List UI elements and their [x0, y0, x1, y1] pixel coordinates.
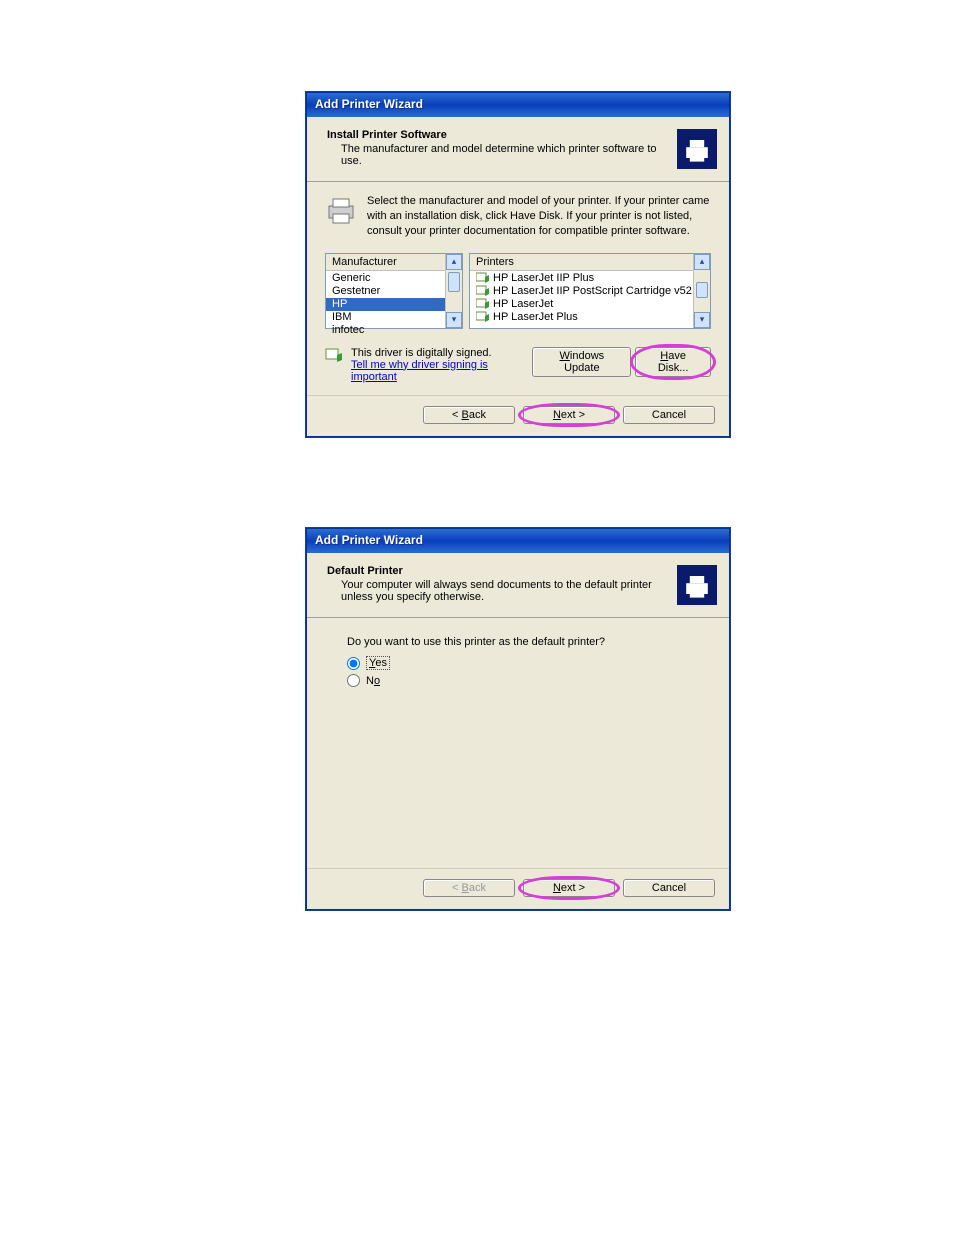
scroll-thumb[interactable]: [696, 282, 708, 298]
printer-item[interactable]: HP LaserJet IIP PostScript Cartridge v52…: [470, 285, 710, 298]
back-button[interactable]: < Back: [423, 879, 515, 897]
manufacturer-item[interactable]: Generic: [326, 272, 462, 285]
certificate-icon: [325, 347, 343, 365]
radio-yes-input[interactable]: [347, 657, 360, 670]
signed-driver-icon: [476, 311, 490, 323]
signed-driver-icon: [476, 298, 490, 310]
titlebar: Add Printer Wizard: [307, 93, 729, 117]
header-title: Install Printer Software: [327, 129, 667, 141]
radio-no-input[interactable]: [347, 674, 360, 687]
scroll-down-icon[interactable]: ▾: [446, 312, 462, 328]
scroll-up-icon[interactable]: ▴: [694, 254, 710, 270]
radio-yes[interactable]: Yes: [347, 656, 689, 670]
printers-header: Printers: [470, 254, 710, 271]
next-button[interactable]: Next >: [523, 879, 615, 897]
manufacturer-item[interactable]: HP: [326, 298, 462, 311]
manufacturer-header: Manufacturer: [326, 254, 462, 271]
signed-status: This driver is digitally signed.: [351, 347, 532, 359]
manufacturer-item[interactable]: infotec: [326, 324, 462, 337]
header-title: Default Printer: [327, 565, 667, 577]
signed-driver-icon: [476, 285, 490, 297]
manufacturer-item[interactable]: IBM: [326, 311, 462, 324]
printer-icon: [325, 194, 357, 226]
next-button[interactable]: Next >: [523, 406, 615, 424]
windows-update-button[interactable]: Windows Update: [532, 347, 631, 377]
add-printer-wizard-default-printer: Add Printer Wizard Default Printer Your …: [306, 528, 730, 910]
printer-glyph-icon: [677, 129, 717, 169]
printer-item[interactable]: HP LaserJet: [470, 298, 710, 311]
info-text: Select the manufacturer and model of you…: [367, 194, 711, 239]
printer-item[interactable]: HP LaserJet IIP Plus: [470, 272, 710, 285]
have-disk-button[interactable]: Have Disk...: [635, 347, 711, 377]
header-subtitle: Your computer will always send documents…: [327, 579, 667, 603]
radio-no[interactable]: No: [347, 674, 689, 687]
back-button[interactable]: < Back: [423, 406, 515, 424]
scroll-down-icon[interactable]: ▾: [694, 312, 710, 328]
manufacturer-listbox[interactable]: Manufacturer GenericGestetnerHPIBMinfote…: [325, 253, 463, 329]
scroll-thumb[interactable]: [448, 272, 460, 292]
default-question: Do you want to use this printer as the d…: [347, 636, 689, 648]
header: Install Printer Software The manufacture…: [307, 117, 729, 182]
header-subtitle: The manufacturer and model determine whi…: [327, 143, 667, 167]
printers-listbox[interactable]: Printers HP LaserJet IIP PlusHP LaserJet…: [469, 253, 711, 329]
scrollbar[interactable]: ▴ ▾: [445, 254, 462, 328]
cancel-button[interactable]: Cancel: [623, 879, 715, 897]
signed-driver-icon: [476, 272, 490, 284]
header: Default Printer Your computer will alway…: [307, 553, 729, 618]
scroll-up-icon[interactable]: ▴: [446, 254, 462, 270]
driver-signing-link[interactable]: Tell me why driver signing is important: [351, 359, 488, 383]
manufacturer-item[interactable]: Gestetner: [326, 285, 462, 298]
scrollbar[interactable]: ▴ ▾: [693, 254, 710, 328]
cancel-button[interactable]: Cancel: [623, 406, 715, 424]
printer-glyph-icon: [677, 565, 717, 605]
add-printer-wizard-install-software: Add Printer Wizard Install Printer Softw…: [306, 92, 730, 437]
titlebar: Add Printer Wizard: [307, 529, 729, 553]
printer-item[interactable]: HP LaserJet Plus: [470, 311, 710, 324]
